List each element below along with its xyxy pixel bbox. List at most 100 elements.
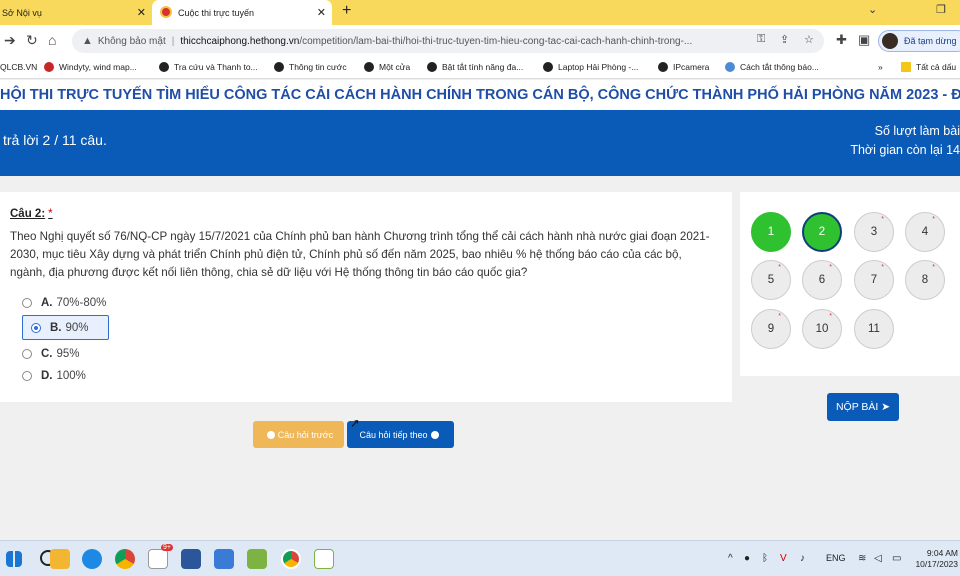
tray-overflow-icon[interactable]: ^ (728, 553, 733, 564)
chrome-icon[interactable] (115, 549, 135, 569)
bookmark-laptop[interactable]: Laptop Hải Phòng -... (543, 62, 638, 72)
question-navigator: 1 2 3 * 4 * 5 * 6 * 7 * 8 * 9 * 10 * 11 (740, 192, 960, 376)
unanswered-marker: * (778, 313, 781, 320)
profile-label: Đã tạm dừng (904, 36, 957, 46)
tab-title: Cuộc thi trực tuyến (178, 7, 255, 18)
radio-d[interactable] (22, 371, 32, 381)
option-b[interactable]: B. 90% (22, 315, 109, 340)
question-number-8[interactable]: 8 * (905, 260, 945, 300)
extensions-icon[interactable]: ✚ (836, 32, 847, 48)
question-number-4[interactable]: 4 * (905, 212, 945, 252)
unanswered-marker: * (829, 264, 832, 271)
unanswered-marker: * (881, 264, 884, 271)
antivirus-icon[interactable]: ● (744, 553, 750, 564)
bookmark-star-icon[interactable]: ☆ (804, 33, 814, 46)
globe-icon (364, 62, 374, 72)
system-clock[interactable]: 9:04 AM 10/17/2023 (912, 548, 958, 570)
tab-cuoc-thi[interactable]: Cuộc thi trực tuyến ✕ (152, 0, 332, 25)
bookmark-cach-tat[interactable]: Cách tắt thông báo... (725, 62, 819, 72)
paint-icon[interactable] (214, 549, 234, 569)
bookmark-qlcb[interactable]: QLCB.VN (0, 62, 37, 72)
mouse-cursor-icon: ➚ (350, 416, 361, 430)
bookmark-bat-tat[interactable]: Bật tắt tính năng đa... (427, 62, 523, 72)
forward-icon[interactable]: ➔ (4, 32, 16, 49)
globe-icon (427, 62, 437, 72)
mail-icon[interactable]: 9+ (148, 544, 173, 569)
globe-icon (658, 62, 668, 72)
question-number-7[interactable]: 7 * (854, 260, 894, 300)
wifi-icon[interactable]: ≋ (858, 553, 866, 564)
question-number-6[interactable]: 6 * (802, 260, 842, 300)
clock-time: 9:04 AM (926, 548, 958, 558)
unanswered-marker: * (778, 264, 781, 271)
restore-window-icon[interactable]: ❐ (936, 3, 946, 16)
share-icon[interactable]: ⇪ (780, 33, 789, 46)
bookmark-favicon-icon (44, 62, 54, 72)
site-favicon-icon (160, 6, 172, 18)
bookmark-windyty[interactable]: Windyty, wind map... (44, 62, 137, 72)
tab-search-icon[interactable]: ⌄ (868, 3, 877, 16)
microphone-icon[interactable]: ♪ (800, 553, 805, 564)
side-panel-icon[interactable]: ▣ (858, 32, 870, 48)
vpn-icon[interactable]: V (780, 553, 787, 564)
question-text: Theo Nghị quyết số 76/NQ-CP ngày 15/7/20… (10, 230, 710, 279)
bluetooth-icon[interactable]: ᛒ (762, 553, 768, 564)
arrow-left-icon (266, 430, 275, 439)
camtasia-recorder-icon[interactable] (314, 549, 334, 569)
radio-a[interactable] (22, 298, 32, 308)
clock-date: 10/17/2023 (915, 559, 958, 569)
url-path: /competition/lam-bai-thi/hoi-thi-truc-tu… (299, 35, 693, 47)
question-number-1[interactable]: 1 (751, 212, 791, 252)
profile-button[interactable]: Đã tạm dừng (878, 30, 960, 52)
close-tab-icon[interactable]: ✕ (317, 6, 326, 19)
address-bar[interactable]: ▲ Không bảo mật | thicchcaiphong.hethong… (72, 29, 824, 53)
new-tab-button[interactable]: + (342, 2, 351, 20)
option-a[interactable]: A. 70%-80% (22, 293, 106, 313)
bookmark-thong-tin-cuoc[interactable]: Thông tin cước (274, 62, 347, 72)
bookmark-mot-cua[interactable]: Một cửa (364, 62, 410, 72)
option-c[interactable]: C. 95% (22, 344, 80, 364)
question-number-3[interactable]: 3 * (854, 212, 894, 252)
submit-button[interactable]: NỘP BÀI ➤ (827, 393, 899, 421)
unanswered-marker: * (932, 264, 935, 271)
key-icon[interactable]: ⚿ (757, 33, 765, 46)
close-tab-icon[interactable]: ✕ (137, 6, 146, 19)
mail-badge: 9+ (161, 544, 173, 551)
page-content: HỘI THI TRỰC TUYẾN TÌM HIỂU CÔNG TÁC CẢI… (0, 80, 960, 540)
browser-toolbar: ➔ ↻ ⌂ ▲ Không bảo mật | thicchcaiphong.h… (0, 25, 960, 57)
camtasia-icon[interactable] (247, 549, 267, 569)
bookmarks-overflow-button[interactable]: » (878, 62, 883, 72)
file-explorer-icon[interactable] (50, 549, 70, 569)
volume-icon[interactable]: ◁ (874, 553, 882, 564)
bookmarks-bar: QLCB.VN Windyty, wind map... Tra cứu và … (0, 57, 960, 79)
question-label: Câu 2: * (10, 208, 53, 220)
previous-question-button[interactable]: Câu hỏi trước (253, 421, 344, 448)
tab-so-noi-vu[interactable]: Sở Nội vụ ✕ (0, 0, 152, 25)
radio-b[interactable] (31, 322, 41, 333)
word-icon[interactable] (181, 549, 201, 569)
next-question-button[interactable]: Câu hỏi tiếp theo (347, 421, 454, 448)
bookmark-all[interactable]: Tất cả dấu (901, 62, 956, 72)
globe-icon (543, 62, 553, 72)
home-icon[interactable]: ⌂ (48, 32, 56, 48)
reload-icon[interactable]: ↻ (26, 32, 38, 49)
url-host: thicchcaiphong.hethong.vn (180, 35, 300, 47)
folder-icon (901, 62, 911, 72)
warning-icon: ▲ (82, 35, 93, 47)
radio-c[interactable] (22, 349, 32, 359)
question-number-11[interactable]: 11 (854, 309, 894, 349)
bookmark-tra-cuu[interactable]: Tra cứu và Thanh to... (159, 62, 258, 72)
edge-icon[interactable] (82, 549, 102, 569)
chrome-active-icon[interactable] (281, 549, 301, 569)
language-indicator[interactable]: ENG (826, 553, 846, 563)
globe-icon (159, 62, 169, 72)
bookmark-ipcamera[interactable]: IPcamera (658, 62, 709, 72)
answer-progress: trả lời 2 / 11 câu. (3, 132, 107, 148)
question-number-10[interactable]: 10 * (802, 309, 842, 349)
question-number-2[interactable]: 2 (802, 212, 842, 252)
windows-start-icon[interactable] (6, 551, 22, 567)
question-number-9[interactable]: 9 * (751, 309, 791, 349)
battery-icon[interactable]: ▭ (892, 553, 901, 564)
question-number-5[interactable]: 5 * (751, 260, 791, 300)
option-d[interactable]: D. 100% (22, 366, 86, 386)
